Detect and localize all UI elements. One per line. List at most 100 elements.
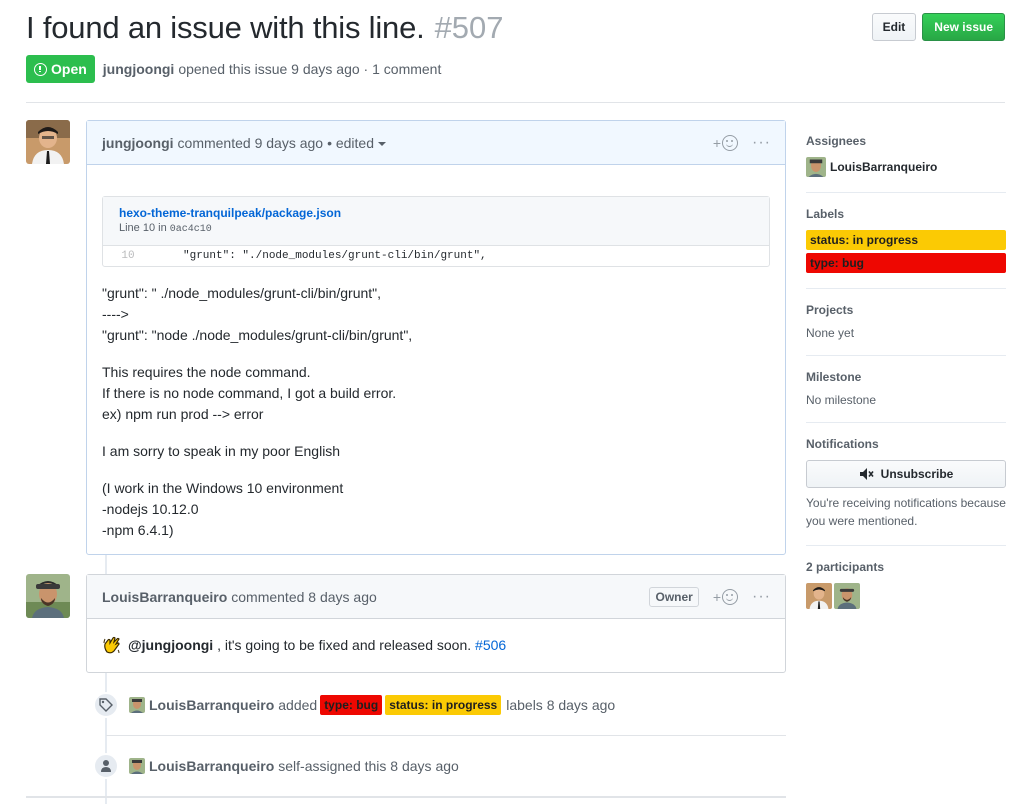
- sidebar-projects[interactable]: Projects None yet: [806, 289, 1006, 356]
- issue-opened-text: opened this issue 9 days ago · 1 comment: [178, 61, 442, 77]
- snippet-code: "grunt": "./node_modules/grunt-cli/bin/g…: [183, 250, 487, 262]
- comment-jungjoongi: jungjoongi commented 9 days ago • edited…: [86, 120, 786, 555]
- comment-author-link[interactable]: jungjoongi: [102, 135, 174, 151]
- issue-title: I found an issue with this line.: [26, 10, 425, 45]
- comment-louisbarranqueiro: LouisBarranqueiro commented 8 days ago O…: [86, 574, 786, 673]
- plus-label: +: [712, 135, 722, 151]
- participant-avatar-jungjoongi[interactable]: [806, 583, 832, 609]
- caret-down-icon: [378, 141, 386, 146]
- person-icon: [93, 753, 119, 779]
- new-issue-button[interactable]: New issue: [922, 13, 1005, 41]
- projects-value: None yet: [806, 326, 855, 340]
- issue-title-row: I found an issue with this line. #507: [26, 10, 504, 46]
- issue-meta: Open jungjoongi opened this issue 9 days…: [26, 55, 441, 83]
- assignee-name: LouisBarranqueiro: [830, 160, 938, 174]
- edited-label: • edited: [327, 134, 374, 151]
- event-avatar[interactable]: [129, 697, 145, 713]
- mute-icon: [859, 468, 874, 480]
- add-reaction-button[interactable]: +: [712, 135, 739, 151]
- comment-body: hexo-theme-tranquilpeak/package.json Lin…: [87, 165, 785, 556]
- more-options-button[interactable]: ···: [752, 589, 771, 605]
- owner-badge: Owner: [649, 587, 699, 607]
- plus-label: +: [712, 589, 722, 605]
- snippet-commit-link[interactable]: 0ac4c10: [170, 224, 212, 235]
- wave-emoji-icon: [103, 636, 120, 654]
- comment-header: LouisBarranqueiro commented 8 days ago O…: [87, 575, 785, 619]
- labels-title[interactable]: Labels: [806, 207, 1006, 221]
- more-options-button[interactable]: ···: [752, 135, 771, 151]
- text-line: ex) npm run prod --> error: [102, 406, 264, 422]
- paragraph-3: I am sorry to speak in my poor English: [102, 441, 770, 462]
- sidebar-participants: 2 participants: [806, 546, 1006, 624]
- sidebar-labels[interactable]: Labels status: in progress type: bug: [806, 193, 1006, 289]
- sidebar-milestone[interactable]: Milestone No milestone: [806, 356, 1006, 423]
- comment-text: , it's going to be fixed and released so…: [217, 637, 472, 653]
- notifications-note: You're receiving notifications because y…: [806, 496, 1006, 528]
- label-status-in-progress[interactable]: status: in progress: [385, 695, 502, 715]
- assignee-item[interactable]: LouisBarranqueiro: [806, 157, 1006, 177]
- snippet-code-line: 10 "grunt": "./node_modules/grunt-cli/bi…: [103, 246, 769, 266]
- text-line: -nodejs 10.12.0: [102, 501, 199, 517]
- text-line: "grunt": "node ./node_modules/grunt-cli/…: [102, 327, 413, 343]
- text-line: (I work in the Windows 10 environment: [102, 480, 344, 496]
- smiley-icon: [722, 135, 739, 151]
- event-verb: added: [278, 697, 318, 713]
- event-suffix: labels 8 days ago: [506, 697, 616, 713]
- comment-header: jungjoongi commented 9 days ago • edited…: [87, 121, 785, 165]
- avatar-jungjoongi[interactable]: [26, 120, 70, 164]
- header-buttons: Edit New issue: [871, 13, 1005, 41]
- comment-timestamp[interactable]: commented 9 days ago: [178, 135, 324, 151]
- text-line: -npm 6.4.1): [102, 522, 174, 538]
- participants-list: [806, 583, 1006, 609]
- paragraph-1: "grunt": " ./node_modules/grunt-cli/bin/…: [102, 283, 770, 346]
- participants-title: 2 participants: [806, 560, 885, 574]
- code-snippet: hexo-theme-tranquilpeak/package.json Lin…: [102, 196, 770, 267]
- event-author-link[interactable]: LouisBarranqueiro: [149, 758, 274, 774]
- edit-button[interactable]: Edit: [871, 13, 917, 41]
- sidebar-label-status-in-progress[interactable]: status: in progress: [806, 230, 1006, 250]
- tag-icon: [93, 692, 119, 718]
- snippet-file-link[interactable]: hexo-theme-tranquilpeak/package.json: [119, 205, 753, 221]
- snippet-line-prefix: Line 10 in: [119, 222, 167, 234]
- state-badge: Open: [26, 55, 95, 83]
- comment-author-link[interactable]: LouisBarranqueiro: [102, 589, 227, 605]
- edited-dropdown[interactable]: • edited: [327, 135, 386, 151]
- issue-reference-link[interactable]: #506: [475, 637, 506, 653]
- issue-author-link[interactable]: jungjoongi: [103, 61, 175, 77]
- milestone-title[interactable]: Milestone: [806, 370, 1006, 384]
- snippet-line-number: 10: [121, 250, 135, 262]
- avatar-louisbarranqueiro[interactable]: [26, 574, 70, 618]
- projects-title[interactable]: Projects: [806, 303, 1006, 317]
- assignees-title[interactable]: Assignees: [806, 134, 1006, 148]
- issue-number: #507: [434, 10, 504, 45]
- smiley-icon: [722, 589, 739, 605]
- sidebar-label-type-bug[interactable]: type: bug: [806, 253, 1006, 273]
- comment-actions: + ···: [713, 121, 771, 165]
- state-label: Open: [51, 61, 87, 77]
- comment-body: @jungjoongi , it's going to be fixed and…: [87, 619, 785, 671]
- paragraph-4: (I work in the Windows 10 environment -n…: [102, 478, 770, 541]
- unsubscribe-label: Unsubscribe: [880, 467, 954, 481]
- header-divider: [26, 102, 1005, 103]
- text-line: I am sorry to speak in my poor English: [102, 443, 341, 459]
- label-event: LouisBarranqueiro added type: bug status…: [93, 692, 615, 718]
- sidebar-assignees[interactable]: Assignees LouisBarranqueiro: [806, 120, 1006, 193]
- event-text: self-assigned this 8 days ago: [278, 758, 459, 774]
- participant-avatar-louisbarranqueiro[interactable]: [834, 583, 860, 609]
- paragraph-2: This requires the node command. If there…: [102, 362, 770, 425]
- text-line: If there is no node command, I got a bui…: [102, 385, 397, 401]
- event-author-link[interactable]: LouisBarranqueiro: [149, 697, 274, 713]
- add-reaction-button[interactable]: +: [712, 589, 739, 605]
- label-type-bug[interactable]: type: bug: [320, 695, 383, 715]
- timeline-bottom-divider: [26, 796, 786, 798]
- comment-timestamp[interactable]: commented 8 days ago: [231, 589, 377, 605]
- text-line: This requires the node command.: [102, 364, 311, 380]
- event-avatar[interactable]: [129, 758, 145, 774]
- sidebar-notifications: Notifications Unsubscribe You're receivi…: [806, 423, 1006, 546]
- unsubscribe-button[interactable]: Unsubscribe: [806, 460, 1006, 488]
- event-divider: [106, 735, 786, 736]
- text-line: ---->: [102, 306, 129, 322]
- user-mention-link[interactable]: @jungjoongi: [128, 637, 213, 653]
- issue-sidebar: Assignees LouisBarranqueiro Labels statu…: [806, 120, 1006, 624]
- notifications-title: Notifications: [806, 437, 879, 451]
